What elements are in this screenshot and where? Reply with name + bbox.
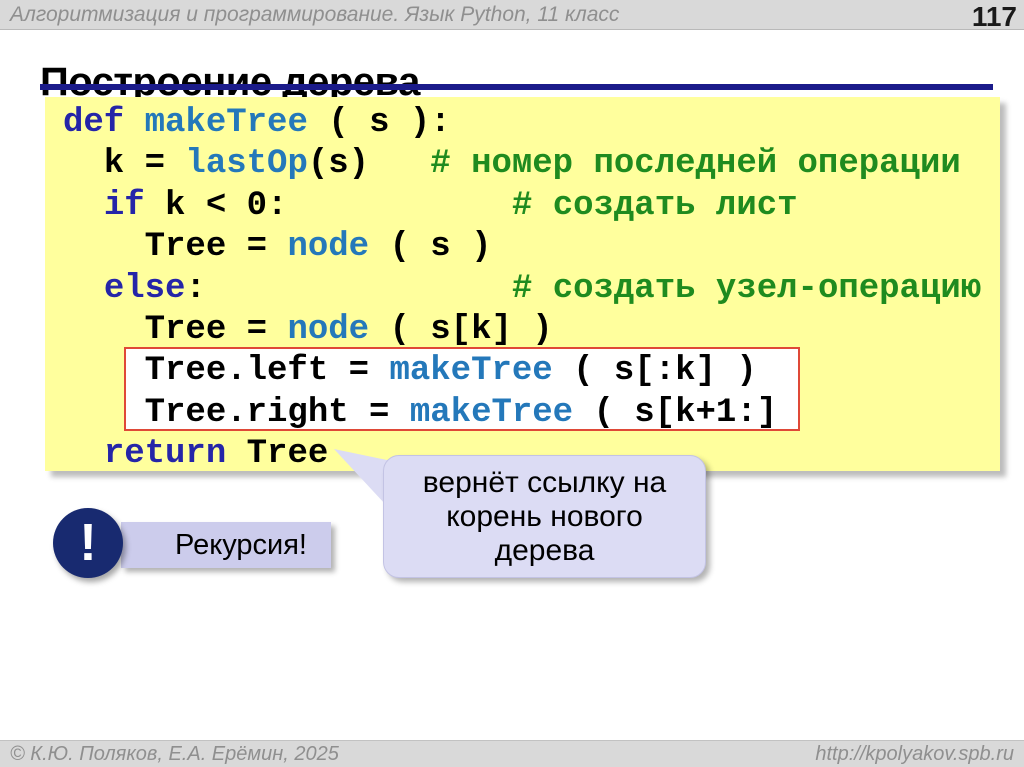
code-line: def makeTree ( s ): [63, 103, 1000, 144]
code-line: if k < 0: # создать лист [63, 186, 1000, 227]
callout-bubble: вернёт ссылку накорень новогодерева [383, 455, 706, 578]
code-line: Tree.left = makeTree ( s[:k] ) [63, 351, 1000, 392]
copyright-text: © К.Ю. Поляков, Е.А. Ерёмин, 2025 [10, 743, 339, 766]
code-block: def makeTree ( s ): k = lastOp(s) # номе… [45, 97, 1000, 471]
recursion-label: Рекурсия! [121, 522, 331, 568]
exclamation-glyph: ! [79, 517, 96, 569]
code-line: Tree = node ( s ) [63, 227, 1000, 268]
code-line: Tree = node ( s[k] ) [63, 310, 1000, 351]
course-title: Алгоритмизация и программирование. Язык … [10, 3, 619, 27]
title-underline [40, 84, 993, 90]
presentation-slide: Алгоритмизация и программирование. Язык … [0, 0, 1024, 767]
code-listing: def makeTree ( s ): k = lastOp(s) # номе… [45, 97, 1000, 476]
exclamation-icon: ! [53, 508, 123, 578]
code-line: k = lastOp(s) # номер последней операции [63, 144, 1000, 185]
bottom-bar: © К.Ю. Поляков, Е.А. Ерёмин, 2025 http:/… [0, 740, 1024, 767]
site-url-link[interactable]: http://kpolyakov.spb.ru [815, 743, 1014, 766]
code-line: else: # создать узел-операцию [63, 269, 1000, 310]
page-number: 117 [972, 1, 1017, 33]
code-line: Tree.right = makeTree ( s[k+1:] [63, 393, 1000, 434]
top-bar: Алгоритмизация и программирование. Язык … [0, 0, 1024, 30]
